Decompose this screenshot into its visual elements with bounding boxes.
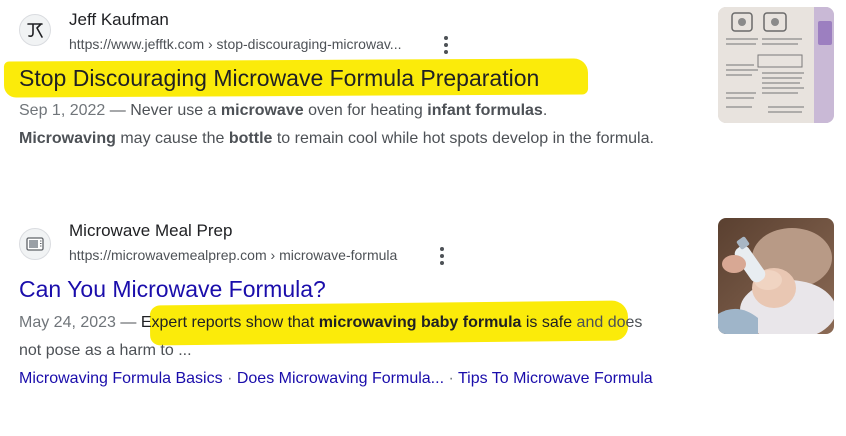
result-snippet: May 24, 2023 — Expert reports show that …: [19, 309, 659, 364]
snippet-bold: microwave: [220, 102, 304, 119]
site-url[interactable]: https://www.jefftk.com › stop-discouragi…: [69, 36, 401, 52]
snippet-text: oven for heating: [303, 102, 428, 119]
snippet-text: is safe: [521, 314, 573, 331]
snippet-text: Expert reports show that: [140, 314, 319, 331]
more-options-icon[interactable]: [434, 245, 450, 267]
result-title[interactable]: Stop Discouraging Microwave Formula Prep…: [19, 65, 539, 92]
sitelink-separator: ·: [448, 370, 454, 387]
site-name[interactable]: Jeff Kaufman: [69, 10, 169, 30]
sitelink-separator: ·: [227, 370, 233, 387]
result-snippet: Sep 1, 2022 — Never use a microwave oven…: [19, 97, 659, 152]
site-url[interactable]: https://microwavemealprep.com › microwav…: [69, 247, 397, 263]
microwave-icon[interactable]: [19, 228, 51, 260]
snippet-text: may cause the: [115, 129, 229, 147]
site-name[interactable]: Microwave Meal Prep: [69, 221, 232, 241]
result-thumbnail[interactable]: [718, 218, 834, 334]
result-title[interactable]: Can You Microwave Formula?: [19, 276, 326, 303]
sitelink[interactable]: Microwaving Formula Basics: [19, 370, 223, 387]
snippet-text: to remain cool while hot spots develop i…: [272, 129, 654, 147]
search-result: Microwave Meal Prep https://microwavemea…: [0, 215, 846, 436]
snippet-bold: Microwaving: [19, 129, 116, 147]
snippet-bold: infant formulas: [427, 102, 543, 119]
date-dash: —: [115, 314, 141, 331]
snippet-text: Never use a: [130, 102, 221, 119]
jk-monogram-icon[interactable]: [19, 14, 51, 46]
result-thumbnail[interactable]: [718, 7, 834, 123]
search-result: Jeff Kaufman https://www.jefftk.com › st…: [0, 0, 846, 190]
result-date: Sep 1, 2022: [19, 102, 106, 119]
snippet-bold: bottle: [228, 129, 273, 147]
date-dash: —: [105, 102, 131, 119]
snippet-bold: microwaving baby formula: [318, 314, 522, 331]
more-options-icon[interactable]: [438, 34, 454, 56]
sitelinks: Microwaving Formula Basics · Does Microw…: [19, 365, 659, 393]
snippet-text: .: [542, 102, 548, 119]
sitelink[interactable]: Tips To Microwave Formula: [458, 370, 653, 387]
sitelink[interactable]: Does Microwaving Formula...: [237, 370, 444, 387]
result-date: May 24, 2023: [19, 314, 116, 331]
